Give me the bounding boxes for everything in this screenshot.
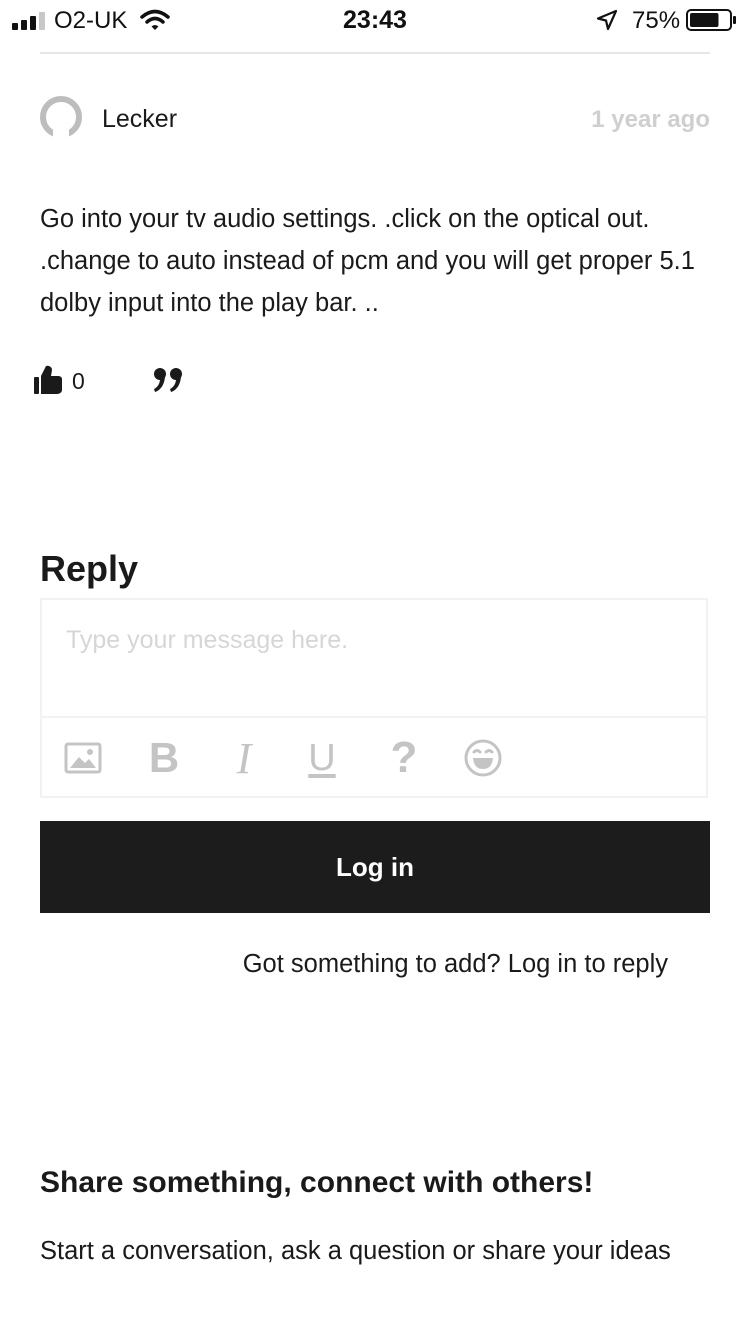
underline-icon: U — [308, 736, 336, 779]
italic-button[interactable]: I — [222, 734, 266, 783]
bold-button[interactable]: B — [142, 734, 186, 781]
top-divider — [40, 52, 710, 54]
toolbar-divider — [42, 716, 706, 718]
share-section-text: Start a conversation, ask a question or … — [40, 1237, 671, 1265]
location-arrow-icon — [596, 9, 618, 31]
battery-percentage: 75% — [632, 7, 681, 34]
emoji-button[interactable] — [462, 736, 504, 780]
emoji-icon — [464, 739, 502, 777]
comment-body: Go into your tv audio settings. .click o… — [40, 205, 695, 317]
battery-icon — [686, 9, 736, 31]
reply-message-input[interactable] — [42, 600, 706, 716]
share-section-title: Share something, connect with others! — [40, 1166, 594, 1199]
underline-button[interactable]: U — [300, 736, 344, 780]
help-button[interactable]: ? — [382, 733, 426, 782]
insert-image-button[interactable] — [62, 736, 104, 780]
comment-author[interactable]: Lecker — [102, 105, 177, 134]
reply-title: Reply — [40, 548, 139, 589]
help-icon: ? — [390, 733, 418, 782]
image-icon — [64, 742, 102, 774]
bold-icon: B — [148, 734, 180, 781]
avatar-placeholder-icon[interactable] — [40, 96, 82, 138]
like-count: 0 — [72, 368, 85, 394]
italic-icon: I — [236, 733, 252, 783]
login-button[interactable]: Log in — [40, 821, 710, 913]
thumbs-up-icon[interactable] — [34, 364, 64, 396]
comment-timestamp: 1 year ago — [591, 106, 710, 133]
reply-editor: B I U ? — [40, 598, 708, 798]
quote-icon[interactable] — [152, 366, 186, 396]
login-to-reply-hint[interactable]: Got something to add? Log in to reply — [243, 950, 668, 979]
status-bar: O2-UK 23:43 75% — [0, 0, 750, 40]
